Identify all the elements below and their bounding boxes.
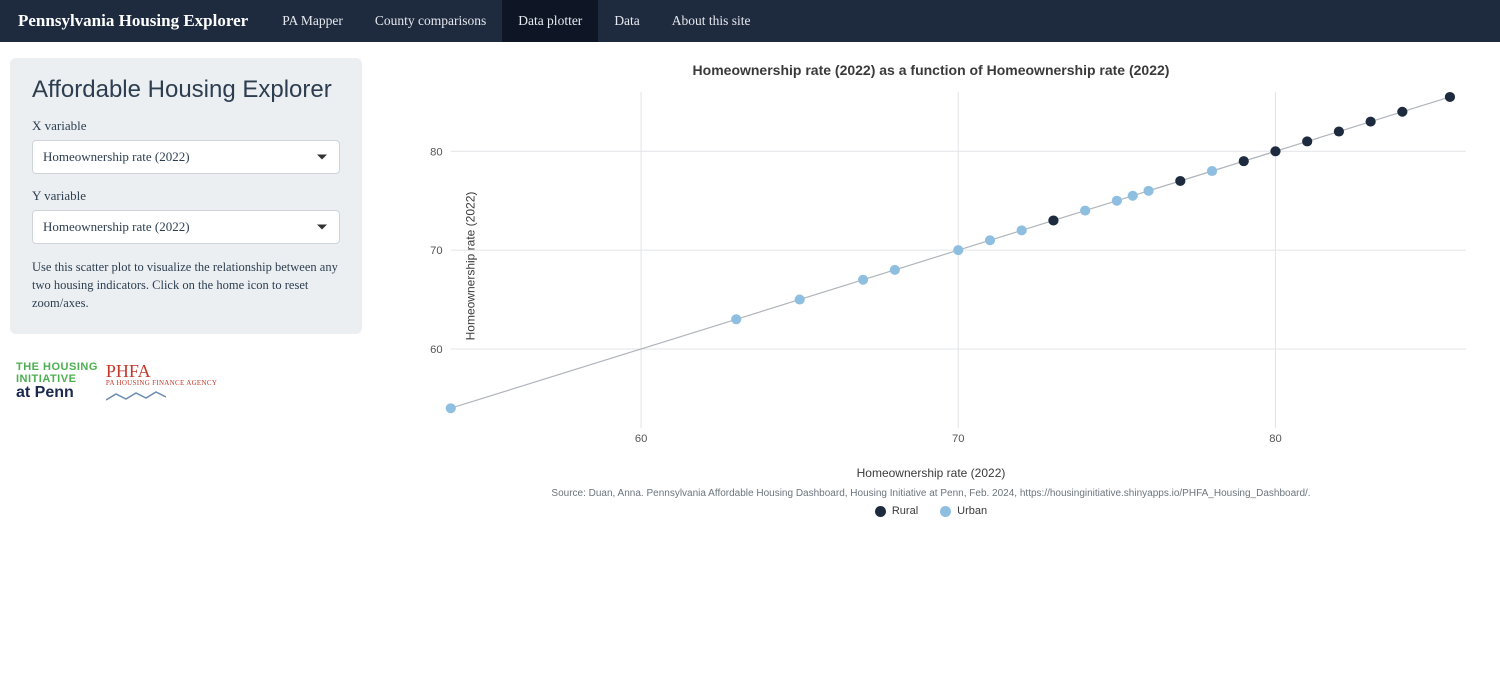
nav-pa-mapper[interactable]: PA Mapper xyxy=(266,0,359,42)
data-point[interactable] xyxy=(1175,176,1185,186)
data-point[interactable] xyxy=(858,275,868,285)
svg-text:80: 80 xyxy=(1269,433,1281,445)
legend-swatch-rural xyxy=(875,506,886,517)
data-point[interactable] xyxy=(1128,191,1138,201)
svg-text:70: 70 xyxy=(430,245,442,257)
data-point[interactable] xyxy=(1366,117,1376,127)
legend-label-rural: Rural xyxy=(892,505,918,517)
sidebar: Affordable Housing Explorer X variable H… xyxy=(10,58,362,405)
chart-source: Source: Duan, Anna. Pennsylvania Afforda… xyxy=(386,488,1476,499)
data-point[interactable] xyxy=(1112,196,1122,206)
plot-box[interactable]: Homeownership rate (2022) 60 70 80 60 70 80 xyxy=(414,86,1476,446)
data-point[interactable] xyxy=(1239,156,1249,166)
logos: THE HOUSING INITIATIVE at Penn PHFA PA H… xyxy=(10,362,362,405)
x-variable-label: X variable xyxy=(32,118,340,134)
data-point[interactable] xyxy=(1207,166,1217,176)
data-point[interactable] xyxy=(1397,107,1407,117)
navbar: Pennsylvania Housing Explorer PA Mapper … xyxy=(0,0,1500,42)
data-point[interactable] xyxy=(1143,186,1153,196)
brand: Pennsylvania Housing Explorer xyxy=(0,0,266,42)
legend-rural[interactable]: Rural xyxy=(875,505,918,517)
data-point[interactable] xyxy=(1080,206,1090,216)
data-point[interactable] xyxy=(1445,92,1455,102)
data-point[interactable] xyxy=(1017,225,1027,235)
chart-area: Homeownership rate (2022) as a function … xyxy=(386,62,1476,517)
x-variable-select[interactable]: Homeownership rate (2022) xyxy=(32,140,340,174)
data-point[interactable] xyxy=(1270,146,1280,156)
scatter-plot[interactable]: 60 70 80 60 70 80 xyxy=(414,86,1476,446)
svg-text:80: 80 xyxy=(430,146,442,158)
chart-title: Homeownership rate (2022) as a function … xyxy=(386,62,1476,78)
data-point[interactable] xyxy=(1334,127,1344,137)
x-axis-label: Homeownership rate (2022) xyxy=(386,466,1476,480)
legend-urban[interactable]: Urban xyxy=(940,505,987,517)
chevron-down-icon xyxy=(317,155,327,160)
data-point[interactable] xyxy=(731,314,741,324)
nav-about[interactable]: About this site xyxy=(656,0,767,42)
phfa-logo: PHFA PA HOUSING FINANCE AGENCY xyxy=(106,362,217,405)
housing-initiative-logo: THE HOUSING INITIATIVE at Penn xyxy=(16,362,98,402)
svg-text:70: 70 xyxy=(952,433,964,445)
help-text: Use this scatter plot to visualize the r… xyxy=(32,258,340,312)
data-point[interactable] xyxy=(1302,136,1312,146)
nav-data[interactable]: Data xyxy=(598,0,655,42)
nav-county-comparisons[interactable]: County comparisons xyxy=(359,0,502,42)
x-variable-value: Homeownership rate (2022) xyxy=(43,149,190,165)
data-point[interactable] xyxy=(953,245,963,255)
chevron-down-icon xyxy=(317,225,327,230)
panel-title: Affordable Housing Explorer xyxy=(32,76,340,104)
data-point[interactable] xyxy=(795,295,805,305)
svg-text:60: 60 xyxy=(635,433,647,445)
legend-swatch-urban xyxy=(940,506,951,517)
data-point[interactable] xyxy=(1048,215,1058,225)
y-axis-label: Homeownership rate (2022) xyxy=(463,192,477,341)
nav-data-plotter[interactable]: Data plotter xyxy=(502,0,598,42)
data-point[interactable] xyxy=(446,403,456,413)
data-point[interactable] xyxy=(890,265,900,275)
chart-legend: Rural Urban xyxy=(386,505,1476,517)
legend-label-urban: Urban xyxy=(957,505,987,517)
svg-text:60: 60 xyxy=(430,344,442,356)
main-content: Homeownership rate (2022) as a function … xyxy=(386,58,1490,517)
control-panel: Affordable Housing Explorer X variable H… xyxy=(10,58,362,334)
y-variable-select[interactable]: Homeownership rate (2022) xyxy=(32,210,340,244)
y-variable-value: Homeownership rate (2022) xyxy=(43,219,190,235)
y-variable-label: Y variable xyxy=(32,188,340,204)
phfa-graphic-icon xyxy=(106,390,166,402)
data-point[interactable] xyxy=(985,235,995,245)
